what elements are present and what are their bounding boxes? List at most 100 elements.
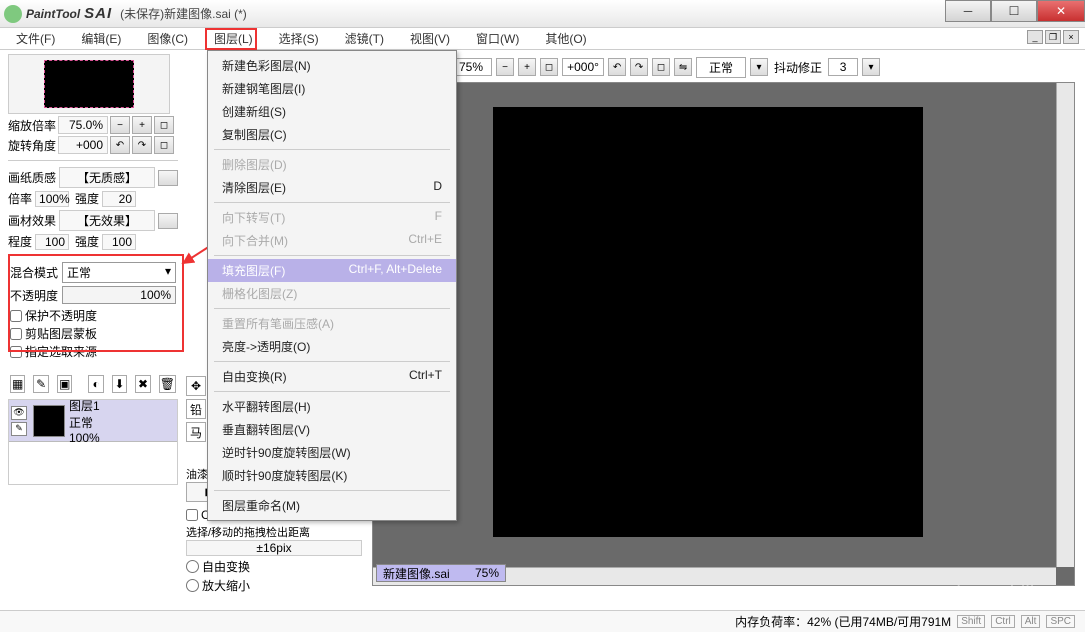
opacity-value[interactable]: 100% [62,286,176,304]
rotation-label: 旋转角度 [8,137,56,154]
minimize-button[interactable]: ─ [945,0,991,22]
menu-layer[interactable]: 图层(L) [210,28,257,49]
zoom-in-icon[interactable]: + [518,58,536,76]
mdi-close-icon[interactable]: × [1063,30,1079,44]
mi-flip-v[interactable]: 垂直翻转图层(V) [208,418,456,441]
texture-value[interactable]: 【无质感】 [59,167,155,188]
flip-icon[interactable]: ⇋ [674,58,692,76]
effect-strength-value[interactable]: 100 [102,234,136,250]
document-tab[interactable]: 新建图像.sai 75% [376,564,506,582]
stabilizer-value[interactable]: 3 [828,58,858,76]
clip-mask-checkbox[interactable] [10,328,22,340]
effect-strength-label: 强度 [75,233,99,250]
merge-icon[interactable]: ⬇ [112,375,127,393]
close-button[interactable]: ✕ [1037,0,1085,22]
new-pen-layer-icon[interactable]: ✎ [33,375,48,393]
texture-strength-value[interactable]: 20 [102,191,136,207]
zoom-fit-icon[interactable]: ◻ [540,58,558,76]
menu-image[interactable]: 图像(C) [143,28,192,49]
mdi-minimize-icon[interactable]: _ [1027,30,1043,44]
rotation-value[interactable]: +000 [58,136,108,154]
statusbar: 内存负荷率：42% (已用74MB/可用791M Shift Ctrl Alt … [0,610,1085,632]
effect-amount-value[interactable]: 100 [35,234,69,250]
rotate-right-button[interactable]: ↷ [132,136,152,154]
mi-free-transform[interactable]: 自由变换(R)Ctrl+T [208,365,456,388]
marker-tool-icon[interactable]: 马 [186,422,206,442]
rotate-ccw-icon[interactable]: ↶ [608,58,626,76]
menu-view[interactable]: 视图(V) [406,28,454,49]
stabilizer-picker-icon[interactable]: ▾ [862,58,880,76]
rotate-reset-button[interactable]: ◻ [154,136,174,154]
navigator[interactable] [8,54,170,114]
zoom-out-button[interactable]: − [110,116,130,134]
selection-source-checkbox[interactable] [10,346,22,358]
menu-other[interactable]: 其他(O) [541,28,590,49]
texture-label: 画纸质感 [8,169,56,186]
delete-layer-icon[interactable]: 🗑 [159,375,176,393]
rotate-reset-icon[interactable]: ◻ [652,58,670,76]
mi-clear-layer[interactable]: 清除图层(E)D [208,176,456,199]
menu-window[interactable]: 窗口(W) [472,28,523,49]
rotate-left-button[interactable]: ↶ [110,136,130,154]
menu-select[interactable]: 选择(S) [275,28,323,49]
canvas-area[interactable] [372,82,1075,586]
mi-rename[interactable]: 图层重命名(M) [208,494,456,517]
edit-icon[interactable]: ✎ [11,422,27,436]
mi-rotate-ccw[interactable]: 逆时针90度旋转图层(W) [208,441,456,464]
visibility-icon[interactable]: 👁 [11,406,27,420]
drag-detect-value[interactable]: ±16pix [186,540,362,556]
mi-rasterize: 栅格化图层(Z) [208,282,456,305]
mi-transfer-down: 向下转写(T)F [208,206,456,229]
texture-picker-icon[interactable] [158,170,178,186]
layer-list: 👁 ✎ 图层1 正常 100% [8,399,178,485]
mi-flip-h[interactable]: 水平翻转图层(H) [208,395,456,418]
menu-edit[interactable]: 编辑(E) [77,28,125,49]
app-brand: PaintTool SAI [26,5,112,22]
mi-new-color-layer[interactable]: 新建色彩图层(N) [208,54,456,77]
zoom-out-icon[interactable]: − [496,58,514,76]
effect-value[interactable]: 【无效果】 [59,210,155,231]
angle-field[interactable]: +000° [562,58,604,76]
move-tool-icon[interactable]: ✥ [186,376,206,396]
zoom-value[interactable]: 75.0% [58,116,108,134]
rotate-cw-icon[interactable]: ↷ [630,58,648,76]
mode-field[interactable]: 正常 [696,57,746,78]
mi-reset-pressure: 重置所有笔画压感(A) [208,312,456,335]
clear-icon[interactable]: ✖ [135,375,150,393]
watermark: www.xitongzhijia.net [897,583,1077,606]
mi-fill-layer[interactable]: 填充图层(F)Ctrl+F, Alt+Delete [208,259,456,282]
scrollbar-vertical[interactable] [1056,83,1074,567]
canvas-page[interactable] [493,107,923,537]
protect-alpha-checkbox[interactable] [10,310,22,322]
mi-rotate-cw[interactable]: 顺时针90度旋转图层(K) [208,464,456,487]
zoom-in-button[interactable]: + [132,116,152,134]
mi-duplicate-layer[interactable]: 复制图层(C) [208,123,456,146]
effect-picker-icon[interactable] [158,213,178,229]
scale-radio[interactable] [186,579,199,592]
effect-label: 画材效果 [8,212,56,229]
stabilizer-label: 抖动修正 [772,59,824,76]
blend-panel: 混合模式 正常▾ 不透明度 100% 保护不透明度 剪贴图层蒙板 指定选取来源 [8,258,178,367]
mdi-restore-icon[interactable]: ❐ [1045,30,1061,44]
mi-lum-to-alpha[interactable]: 亮度->透明度(O) [208,335,456,358]
mask-icon[interactable]: ◐ [88,375,103,393]
zoom-reset-button[interactable]: ◻ [154,116,174,134]
blend-mode-select[interactable]: 正常▾ [62,262,176,283]
free-transform-radio[interactable] [186,560,199,573]
texture-scale-value[interactable]: 100% [35,191,69,207]
new-layer-icon[interactable]: ▦ [10,375,25,393]
texture-scale-label: 倍率 [8,190,32,207]
mi-new-group[interactable]: 创建新组(S) [208,100,456,123]
ctrl-click-layer-checkbox[interactable] [186,509,198,521]
mi-new-pen-layer[interactable]: 新建钢笔图层(I) [208,77,456,100]
key-ctrl: Ctrl [991,615,1015,628]
menu-filter[interactable]: 滤镜(T) [341,28,388,49]
new-group-icon[interactable]: ▣ [57,375,72,393]
free-transform-label: 自由变换 [202,558,250,575]
maximize-button[interactable]: ☐ [991,0,1037,22]
mode-picker-icon[interactable]: ▾ [750,58,768,76]
menu-file[interactable]: 文件(F) [12,28,59,49]
opacity-label: 不透明度 [10,287,62,304]
layer-item[interactable]: 👁 ✎ 图层1 正常 100% [9,400,177,442]
pencil-tool-icon[interactable]: 铅 [186,399,206,419]
